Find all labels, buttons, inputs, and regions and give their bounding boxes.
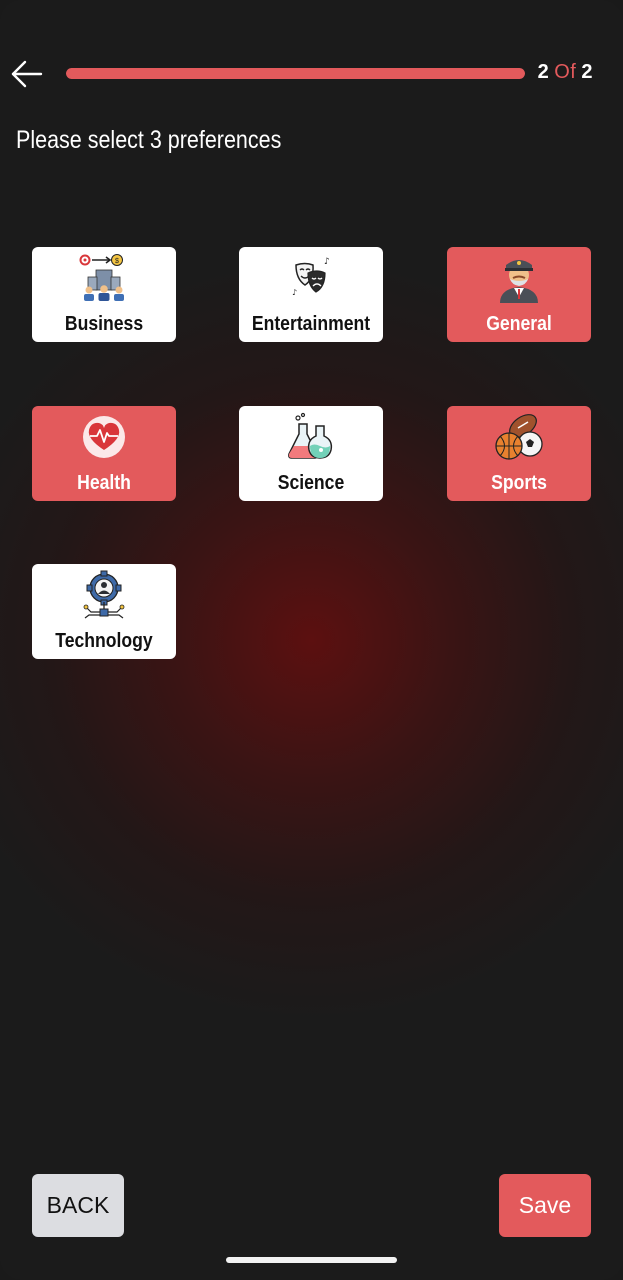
sports-balls-icon xyxy=(495,414,543,460)
svg-text:♪: ♪ xyxy=(292,288,297,297)
back-button[interactable]: BACK xyxy=(32,1174,124,1237)
category-card-sports[interactable]: Sports xyxy=(447,406,591,501)
home-indicator xyxy=(226,1257,397,1263)
officer-avatar-icon xyxy=(500,260,538,303)
back-arrow-icon[interactable] xyxy=(8,56,44,92)
step-total: 2 xyxy=(581,61,593,83)
progress-bar xyxy=(66,68,525,79)
category-label: Sports xyxy=(491,472,547,494)
theater-masks-icon: ♪ ♪ xyxy=(292,257,330,297)
category-card-health[interactable]: Health xyxy=(32,406,176,501)
category-card-science[interactable]: Science xyxy=(239,406,383,501)
step-indicator: 2 Of 2 xyxy=(538,61,593,84)
category-label: Science xyxy=(277,472,345,494)
chemistry-flasks-icon xyxy=(288,412,333,459)
svg-text:♪: ♪ xyxy=(324,257,330,267)
category-card-entertainment[interactable]: ♪ ♪ Entertainment xyxy=(239,247,383,342)
category-label: Technology xyxy=(55,630,153,652)
category-label: Health xyxy=(77,472,131,494)
category-card-business[interactable]: $ Business xyxy=(32,247,176,342)
page-title: Please select 3 preferences xyxy=(16,126,282,154)
svg-text:$: $ xyxy=(115,258,119,265)
progress-bar-fill xyxy=(66,68,525,79)
category-card-general[interactable]: General xyxy=(447,247,591,342)
save-button[interactable]: Save xyxy=(499,1174,591,1237)
step-current: 2 xyxy=(537,61,550,83)
step-of: Of xyxy=(554,61,577,83)
category-label: Entertainment xyxy=(251,313,371,335)
category-label: Business xyxy=(64,313,144,335)
tech-gear-person-icon xyxy=(83,570,125,619)
category-label: General xyxy=(486,313,552,335)
heart-pulse-icon xyxy=(83,416,125,458)
business-people-icon: $ xyxy=(79,254,124,301)
category-card-technology[interactable]: Technology xyxy=(32,564,176,659)
preferences-screen: 2 Of 2 Please select 3 preferences $ Busin… xyxy=(0,0,623,1280)
